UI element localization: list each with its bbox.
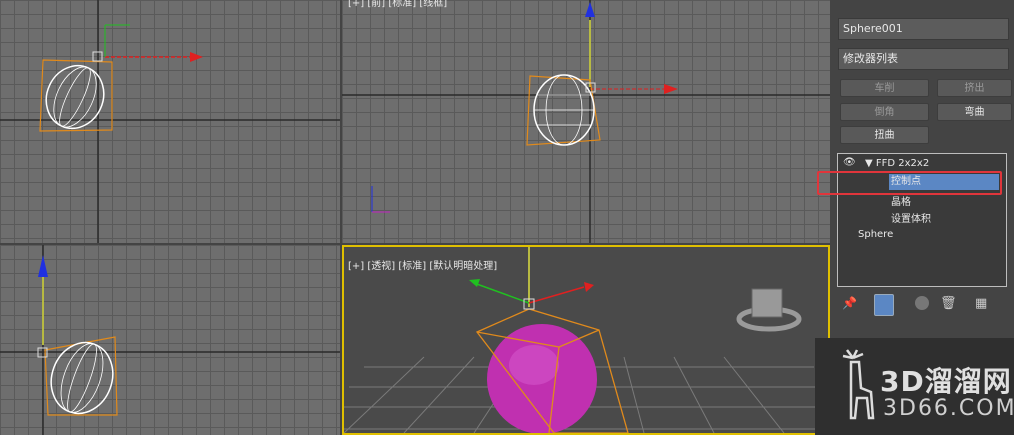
object-name-field[interactable]: Sphere001 — [838, 18, 1009, 40]
viewport-perspective-content — [344, 247, 828, 433]
viewport-top-content — [0, 0, 340, 243]
ffd-modifier-label: FFD 2x2x2 — [875, 158, 930, 169]
watermark: 3D溜溜网 3D66.COM — [815, 338, 1014, 435]
make-unique-icon[interactable] — [915, 296, 929, 310]
set-volume-item[interactable]: 设置体积 — [891, 210, 931, 225]
twist-button[interactable]: 扭曲 — [840, 126, 929, 144]
viewport-perspective[interactable]: [+] [透视] [标准] [默认明暗处理] — [342, 245, 830, 435]
modifier-list-dropdown[interactable]: 修改器列表 — [838, 48, 1009, 70]
viewport-front-content — [342, 0, 830, 243]
watermark-brand: 3D溜溜网 — [880, 365, 1012, 398]
callout-highlight-box — [817, 171, 1002, 195]
eye-icon[interactable]: 👁 — [843, 157, 856, 168]
viewport-left[interactable] — [0, 245, 340, 435]
ffd-modifier-item[interactable]: ▼ FFD 2x2x2 — [865, 158, 929, 169]
configure-modifier-sets-icon[interactable]: ▦ — [975, 296, 991, 312]
viewport-front[interactable]: [+] [前] [标准] [线框] — [342, 0, 830, 243]
viewport-left-content — [0, 245, 340, 435]
lathe-button[interactable]: 车削 — [840, 79, 929, 97]
viewport-top[interactable] — [0, 0, 340, 243]
extrude-button[interactable]: 挤出 — [937, 79, 1012, 97]
remove-modifier-icon[interactable]: 🗑 — [940, 296, 957, 312]
deer-logo-icon — [842, 349, 875, 420]
sphere-base-item[interactable]: Sphere — [858, 229, 893, 240]
bevel-button[interactable]: 倒角 — [840, 103, 929, 121]
watermark-domain: 3D66.COM — [883, 396, 1014, 421]
lattice-item[interactable]: 晶格 — [891, 193, 911, 208]
show-end-result-icon[interactable] — [874, 294, 894, 316]
bend-button[interactable]: 弯曲 — [937, 103, 1012, 121]
pin-stack-icon[interactable]: 📌 — [842, 296, 858, 312]
